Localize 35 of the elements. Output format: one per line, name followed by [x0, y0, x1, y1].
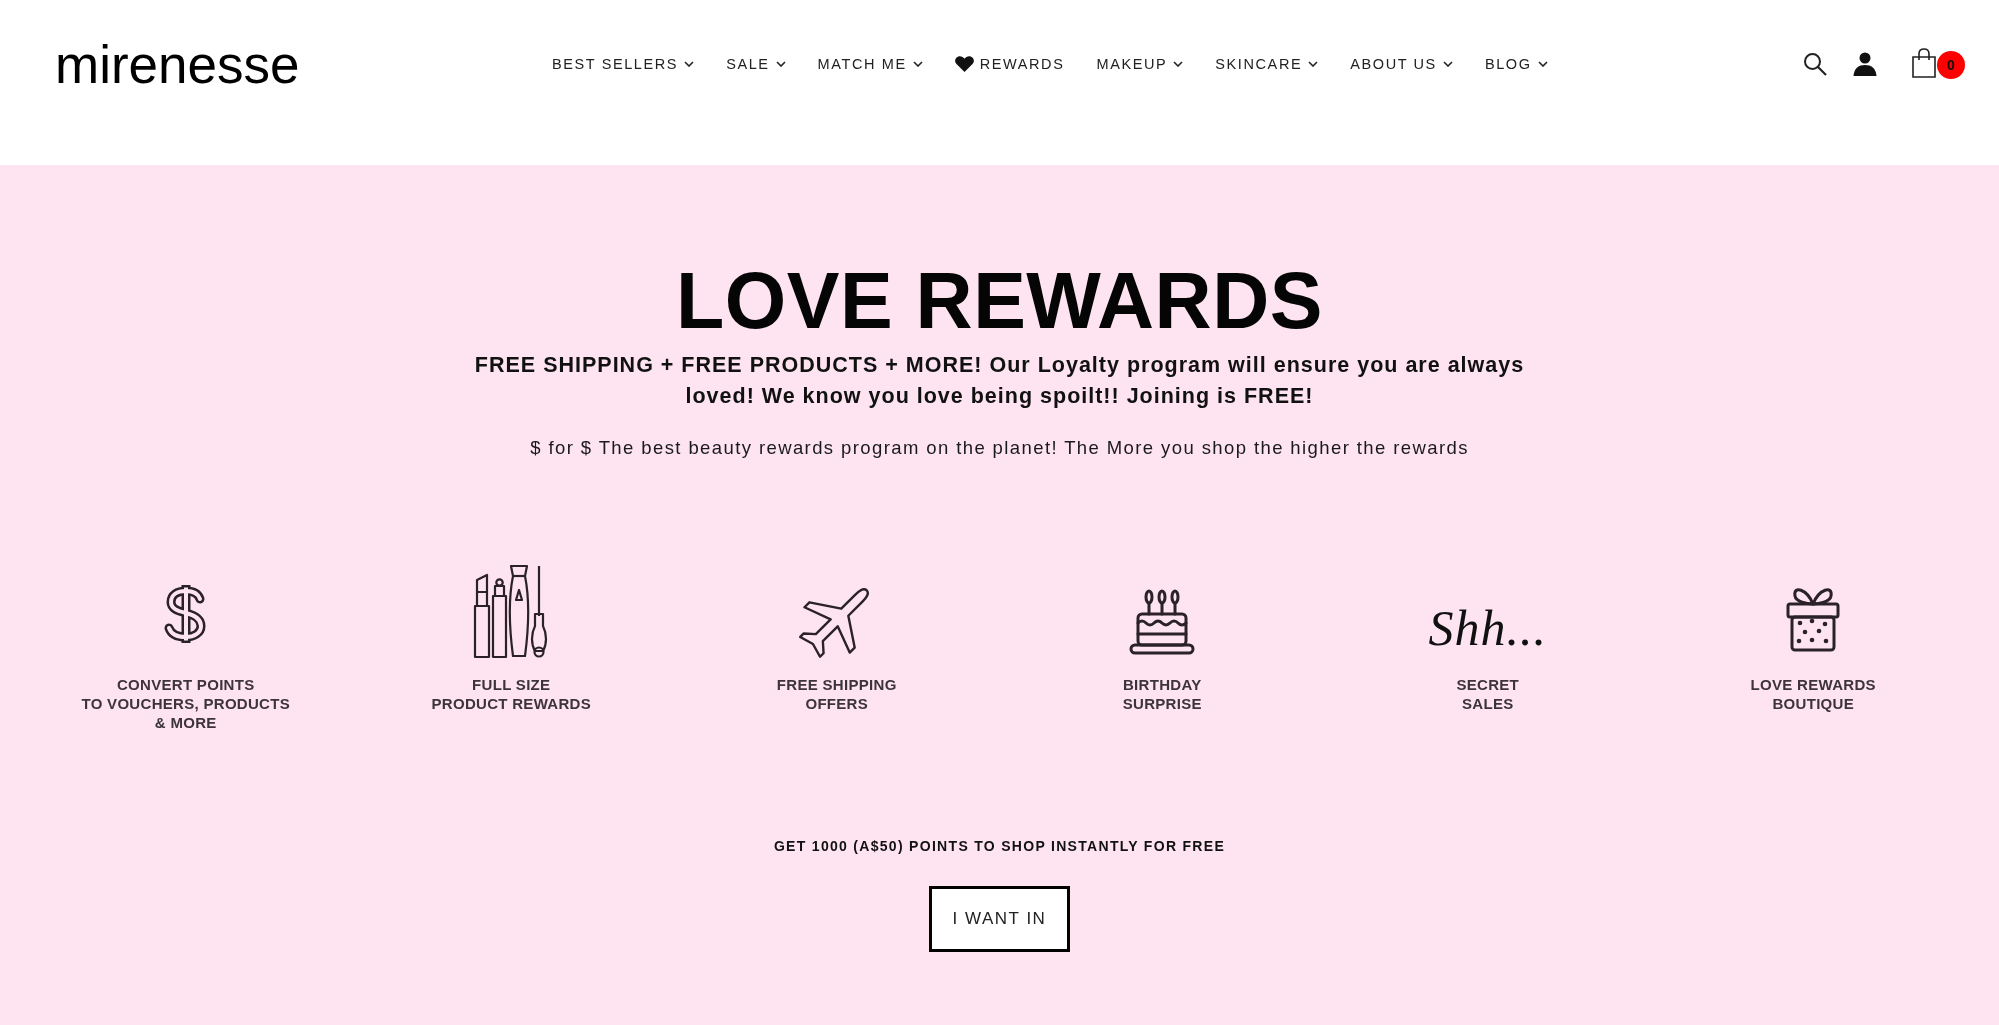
caret-icon [1537, 61, 1548, 67]
benefit-label: LOVE REWARDS BOUTIQUE [1750, 675, 1876, 713]
brand-logo[interactable]: mirenesse [55, 38, 300, 91]
makeup-products-icon [473, 564, 550, 659]
benefit-label: BIRTHDAY SURPRISE [1122, 675, 1202, 713]
nav-link[interactable]: MATCH ME [817, 54, 923, 74]
tagline-text: $ for $ The best beauty rewards program on the planet! The More you shop the higher the rewards [530, 436, 1469, 460]
nav-link[interactable]: MAKEUP [1096, 54, 1184, 74]
caret-icon [1308, 61, 1319, 67]
nav-link[interactable]: BEST SELLERS [552, 54, 695, 74]
lead-text: FREE SHIPPING + FREE PRODUCTS + MORE! Our Loyalty program will ensure you are always loved! We know you love being spoilt!! Joining is FREE! [473, 352, 1526, 410]
nav-link[interactable]: BLOG [1484, 54, 1548, 74]
page-title: LOVE REWARDS [676, 261, 1323, 340]
birthday-cake-icon [1129, 589, 1196, 655]
benefit-label: FREE SHIPPING OFFERS [776, 675, 897, 713]
user-icon[interactable] [1853, 52, 1877, 76]
nav-link[interactable]: SKINCARE [1215, 54, 1319, 74]
benefit-label: SECRET SALES [1456, 675, 1520, 713]
benefit-label: FULL SIZE PRODUCT REWARDS [431, 675, 591, 713]
nav-link[interactable]: SALE [726, 54, 786, 74]
caret-icon [1173, 61, 1184, 67]
benefit-label: CONVERT POINTS TO VOUCHERS, PRODUCTS & MORE [81, 675, 290, 732]
heart-icon [954, 56, 974, 72]
caret-icon [684, 61, 695, 67]
caret-icon [912, 61, 923, 67]
nav-link[interactable]: REWARDS [954, 54, 1065, 74]
caret-icon [775, 61, 786, 67]
join-button[interactable]: I WANT IN [929, 886, 1070, 952]
cart-count-badge: 0 [1937, 51, 1965, 79]
offer-text: GET 1000 (A$50) POINTS TO SHOP INSTANTLY FOR FREE [773, 837, 1226, 856]
nav-link[interactable]: ABOUT US [1350, 54, 1453, 74]
shopping-bag-icon[interactable] [1911, 48, 1937, 78]
search-icon[interactable] [1803, 52, 1827, 76]
caret-icon [1442, 61, 1453, 67]
shh-script-text: Shh... [1428, 601, 1547, 655]
